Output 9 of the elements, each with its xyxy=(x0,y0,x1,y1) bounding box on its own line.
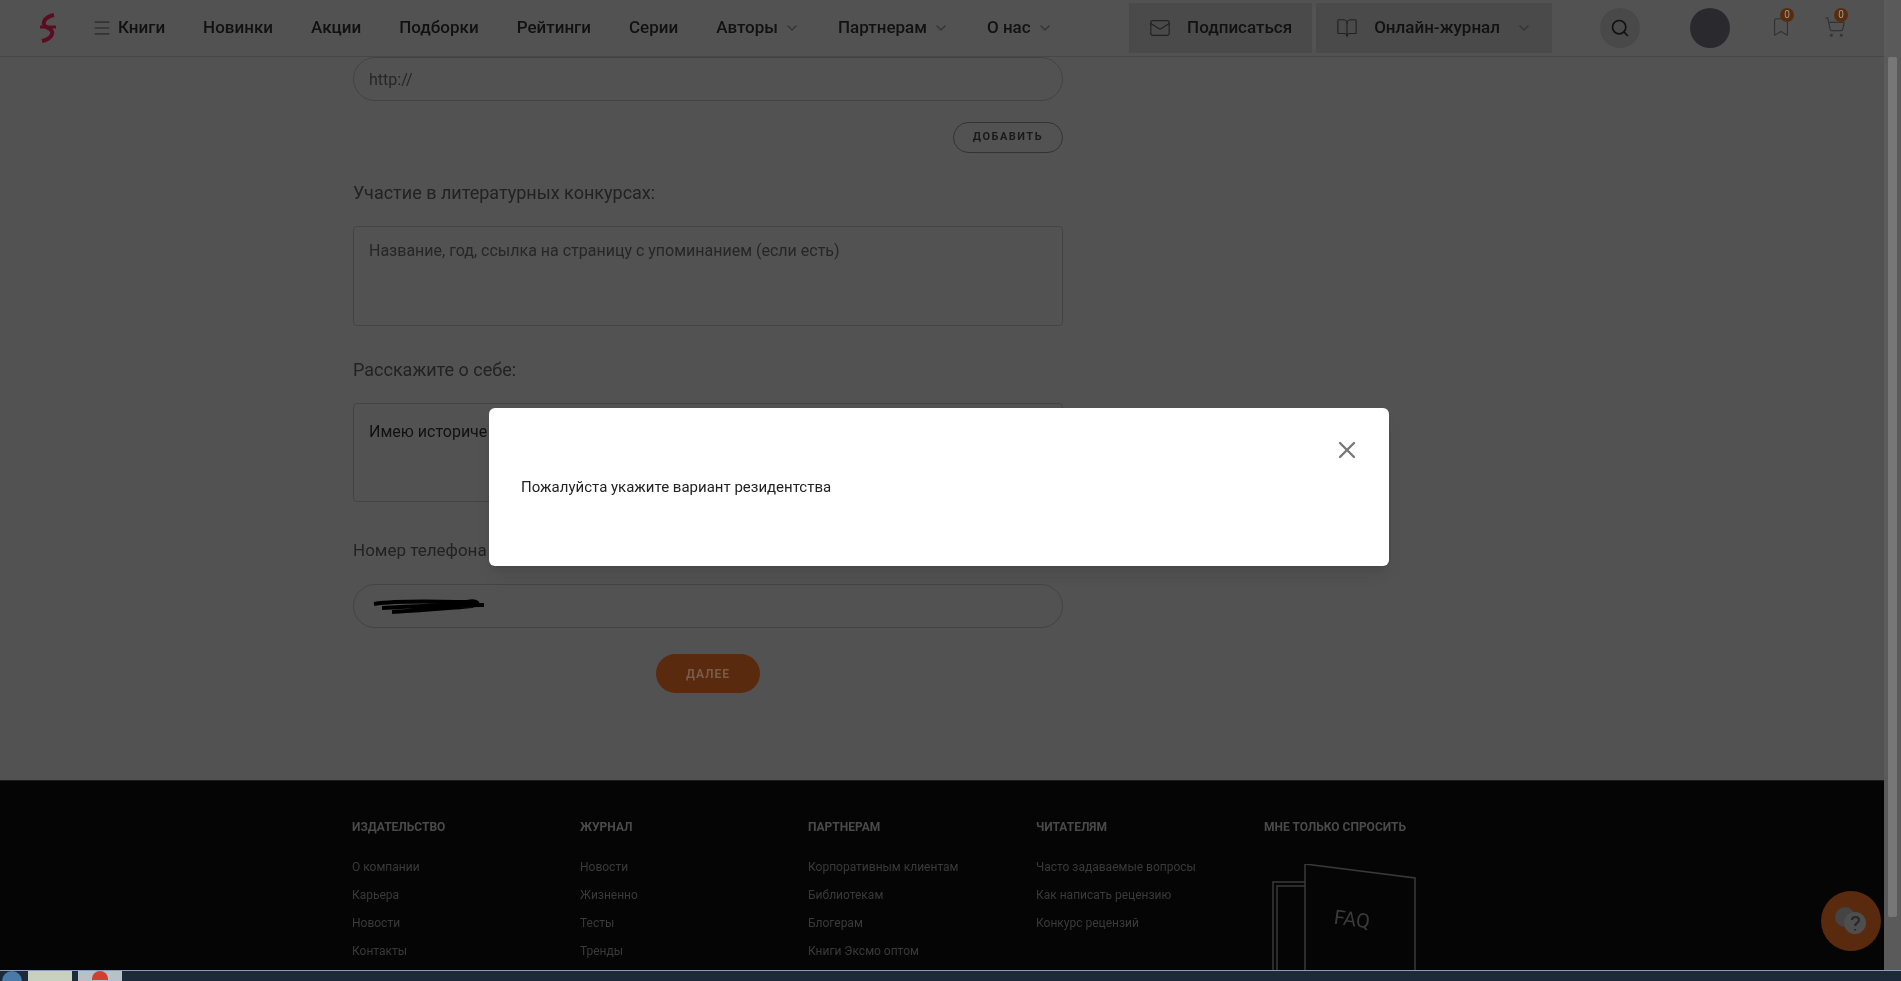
count-badge: 0 xyxy=(1780,8,1794,22)
footer-heading: МНЕ ТОЛЬКО СПРОСИТЬ xyxy=(1264,819,1407,836)
footer-heading: ЧИТАТЕЛЯМ xyxy=(1036,819,1108,836)
footer-heading: ПАРТНЕРАМ xyxy=(808,819,882,836)
dialog-message: Пожалуйста укажите вариант резидентства xyxy=(521,476,832,498)
field-value: Имею историче xyxy=(369,422,488,441)
count-badge: 0 xyxy=(1834,8,1848,22)
footer-heading: ИЗДАТЕЛЬСТВО xyxy=(352,819,447,836)
footer-heading: ЖУРНАЛ xyxy=(580,819,634,836)
